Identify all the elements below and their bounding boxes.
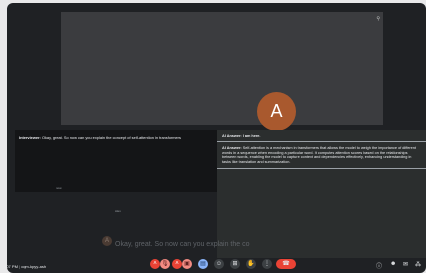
meeting-info: 1:07 PM | cqm-kpyy-ash — [3, 264, 47, 269]
interviewer-label: Interviewer: — [19, 135, 41, 140]
activities-icon[interactable]: ⁂ — [415, 261, 421, 268]
clock: 1:07 PM — [3, 264, 18, 269]
present-icon[interactable]: ⊞ — [230, 259, 240, 269]
avatar: A — [257, 92, 296, 131]
emoji-icon[interactable]: ☺ — [214, 259, 224, 269]
pin-icon[interactable]: ⚲ — [376, 16, 380, 22]
chat-icon[interactable]: ✉ — [403, 261, 408, 268]
raise-hand-icon[interactable]: ✋ — [246, 259, 256, 269]
transcript-timestamp: now — [56, 186, 62, 190]
speaker-avatar: A — [102, 236, 112, 246]
more-icon[interactable]: ⋮ — [262, 259, 272, 269]
camera-off-icon[interactable]: ▣ — [182, 259, 192, 269]
ai-answer-label: AI Answer: — [222, 146, 242, 150]
ai-answer-body: AI Answer: Self-attention is a mechanism… — [217, 142, 426, 170]
cam-options-button[interactable]: ˄ — [172, 259, 182, 269]
ai-answer-text: Self-attention is a mechanism in transfo… — [222, 146, 416, 164]
live-caption: Okay, great. So now can you explain the … — [115, 241, 250, 248]
speaker-name: Alex — [115, 209, 121, 213]
participant-tile: ⚲ A — [61, 12, 383, 131]
mic-off-icon[interactable]: 🎙 — [160, 259, 170, 269]
meeting-code: cqm-kpyy-ash — [21, 264, 47, 269]
interviewer-text: Okay, great. So now can you explain the … — [41, 135, 181, 140]
ai-answer-panel: AI Answer: I am here. AI Answer: Self-at… — [217, 130, 426, 258]
ai-answer-header: AI Answer: I am here. — [217, 130, 426, 142]
info-icon[interactable]: ⓘ — [376, 261, 382, 270]
people-icon[interactable]: ☻ — [390, 261, 396, 267]
interviewer-transcript: Interviewer: Okay, great. So now can you… — [15, 130, 218, 192]
mic-options-button[interactable]: ˄ — [150, 259, 160, 269]
end-call-icon[interactable]: ☎ — [276, 259, 296, 269]
captions-icon[interactable]: ▤ — [198, 259, 208, 269]
meeting-window: ⚲ A Interviewer: Okay, great. So now can… — [7, 3, 426, 273]
